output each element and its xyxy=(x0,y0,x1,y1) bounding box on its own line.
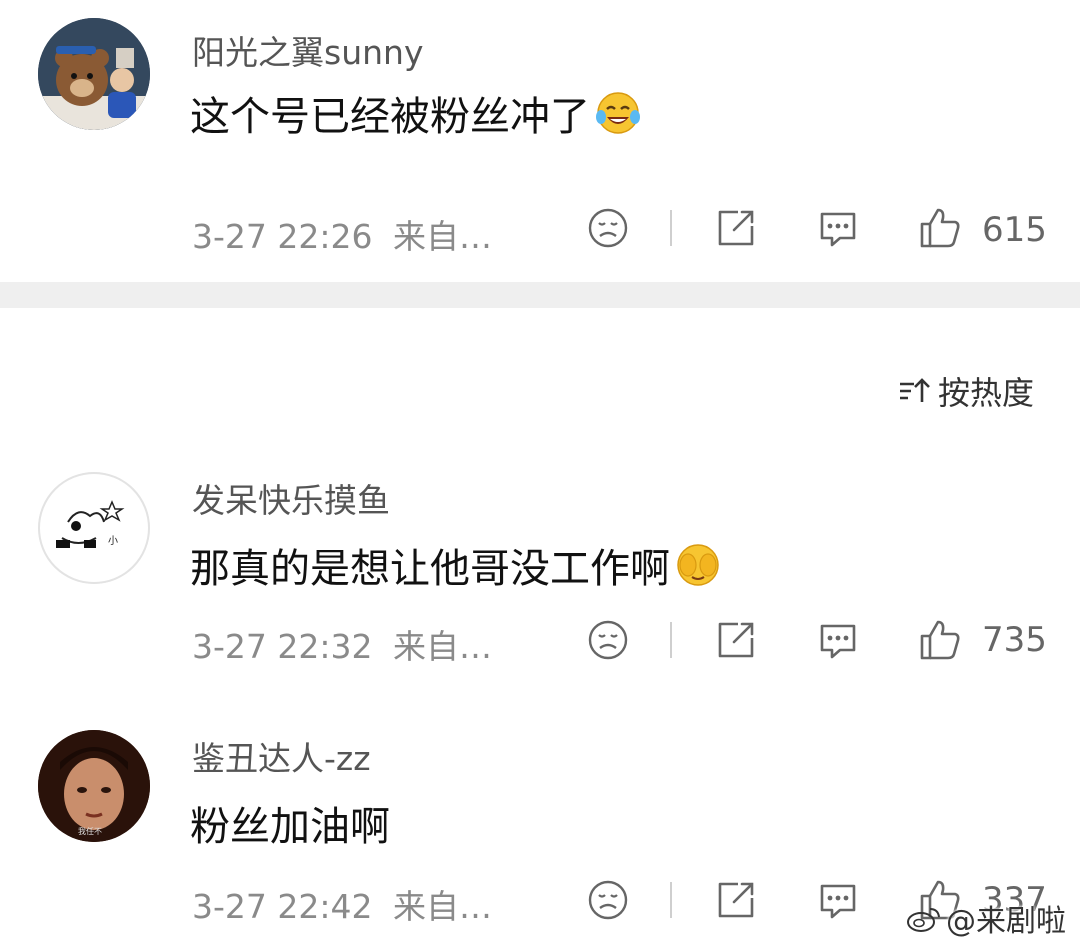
section-divider xyxy=(0,282,1080,308)
comment-text: 那真的是想让他哥没工作啊 xyxy=(190,536,722,594)
avatar[interactable]: 我任不 xyxy=(38,730,150,842)
weibo-logo-icon xyxy=(907,908,940,932)
svg-text:小: 小 xyxy=(108,535,118,547)
cover-face-emoji-icon xyxy=(677,544,719,586)
comment-source[interactable]: 来自… xyxy=(393,217,492,256)
avatar[interactable] xyxy=(38,18,150,130)
action-divider xyxy=(670,882,672,918)
comment-source[interactable]: 来自… xyxy=(393,887,492,926)
comment-text-body: 那真的是想让他哥没工作啊 xyxy=(190,546,670,592)
comment-meta: 3-27 22:32 来自… xyxy=(192,620,492,668)
like-thumb-icon[interactable] xyxy=(918,206,962,250)
comment-bubble-icon[interactable] xyxy=(816,206,860,250)
comment-text-body: 这个号已经被粉丝冲了 xyxy=(190,94,590,140)
comment-text: 这个号已经被粉丝冲了 xyxy=(190,84,642,142)
laugh-cry-emoji-icon xyxy=(596,92,640,134)
comment-text: 粉丝加油啊 xyxy=(190,794,390,852)
comment-meta: 3-27 22:26 来自… xyxy=(192,210,492,258)
comment-text-body: 粉丝加油啊 xyxy=(190,804,390,850)
share-icon[interactable] xyxy=(714,878,758,922)
avatar-image xyxy=(38,18,150,130)
comment-source[interactable]: 来自… xyxy=(393,627,492,666)
svg-text:我任不: 我任不 xyxy=(78,826,102,836)
comment-bubble-icon[interactable] xyxy=(816,618,860,662)
like-count: 615 xyxy=(982,210,1047,250)
dislike-sad-face-icon[interactable] xyxy=(586,206,630,250)
avatar-image: 我任不 xyxy=(38,730,150,842)
action-divider xyxy=(670,622,672,658)
comment-time: 3-27 22:26 xyxy=(192,217,373,256)
watermark-text: @来剧啦 xyxy=(946,904,1066,939)
comment-meta: 3-27 22:42 来自… xyxy=(192,880,492,928)
comment-time: 3-27 22:32 xyxy=(192,627,373,666)
like-count: 735 xyxy=(982,620,1047,660)
avatar[interactable]: 小 xyxy=(38,472,150,584)
username[interactable]: 发呆快乐摸鱼 xyxy=(192,474,390,522)
username[interactable]: 鉴丑达人-zz xyxy=(192,732,371,780)
share-icon[interactable] xyxy=(714,618,758,662)
watermark: @来剧啦 xyxy=(906,896,1066,940)
share-icon[interactable] xyxy=(714,206,758,250)
sort-toggle[interactable]: 按热度 xyxy=(898,368,1034,414)
like-thumb-icon[interactable] xyxy=(918,618,962,662)
action-divider xyxy=(670,210,672,246)
avatar-image: 小 xyxy=(38,472,150,584)
dislike-sad-face-icon[interactable] xyxy=(586,618,630,662)
sort-label: 按热度 xyxy=(937,374,1034,412)
username[interactable]: 阳光之翼sunny xyxy=(192,26,423,74)
sort-icon xyxy=(899,378,930,402)
comment-bubble-icon[interactable] xyxy=(816,878,860,922)
comment-time: 3-27 22:42 xyxy=(192,887,373,926)
dislike-sad-face-icon[interactable] xyxy=(586,878,630,922)
